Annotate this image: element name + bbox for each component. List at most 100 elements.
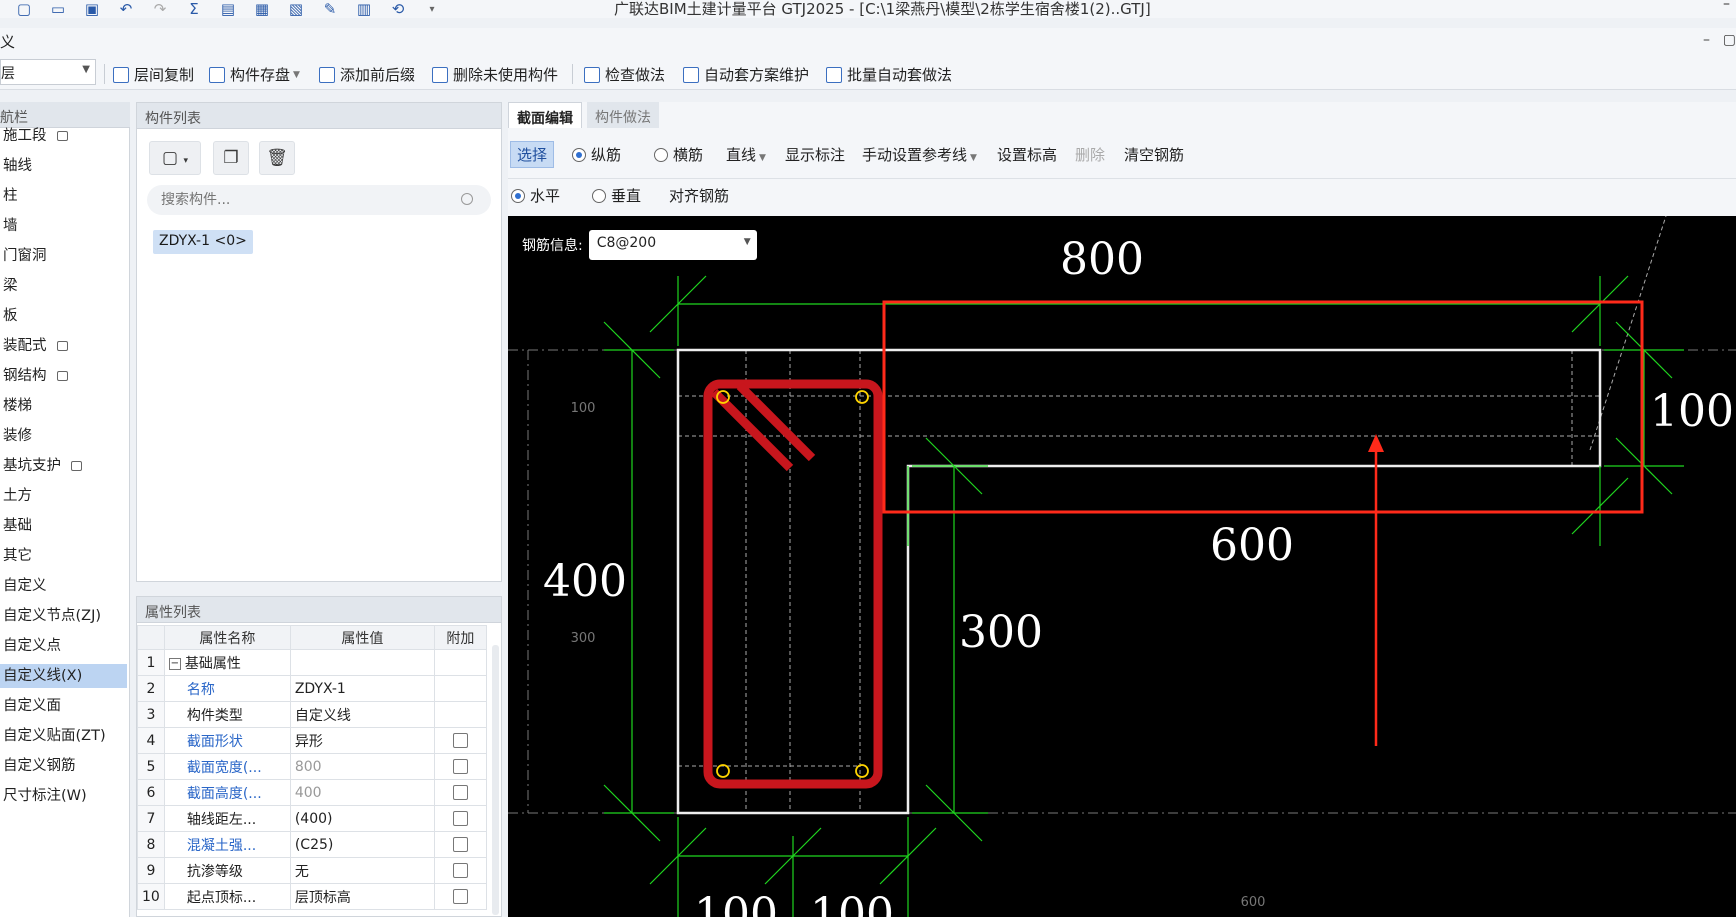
line-mode-dropdown[interactable]: 直线 ▼	[726, 144, 766, 165]
extra-checkbox[interactable]	[452, 785, 468, 800]
property-row[interactable]: 7 轴线距左... (400)	[137, 805, 487, 832]
property-value[interactable]	[289, 649, 435, 676]
window-minimize-icon[interactable]: –	[1723, 0, 1730, 12]
nav-item[interactable]: 钢结构	[3, 364, 68, 388]
section-drawing[interactable]: 800 100 400 600 300 100 100 100 300 600	[508, 216, 1736, 917]
rebar-points[interactable]	[716, 390, 869, 778]
horizontal-radio[interactable]: 水平	[511, 185, 560, 206]
section-outline[interactable]	[676, 348, 1602, 815]
longitudinal-rebar-radio[interactable]: 纵筋	[572, 144, 621, 165]
nav-item[interactable]: 轴线	[3, 154, 32, 178]
rebar-point[interactable]	[855, 390, 869, 404]
layer-icon[interactable]: ▥	[354, 0, 374, 18]
undo-icon[interactable]: ↶	[116, 0, 136, 18]
rebar-point[interactable]	[855, 764, 869, 778]
section-canvas[interactable]: 800 100 400 600 300 100 100 100 300 600 …	[508, 216, 1736, 917]
copy-component-button[interactable]: ❐	[213, 141, 249, 175]
stirrup-rebar[interactable]	[703, 379, 883, 789]
delete-unused-button[interactable]: 删除未使用构件	[432, 64, 558, 85]
property-row[interactable]: 1− 基础属性	[137, 649, 487, 676]
new-component-button[interactable]: ▢ ▾	[149, 141, 201, 175]
save-component-button[interactable]: 构件存盘 ▼	[209, 64, 300, 85]
nav-item[interactable]: 自定义贴面(ZT)	[3, 724, 106, 748]
auto-scheme-maintenance-button[interactable]: 自动套方案维护	[683, 64, 809, 85]
component-search-input[interactable]	[147, 185, 491, 215]
nav-item[interactable]: 土方	[3, 484, 32, 508]
floor-select[interactable]: 层 ▼	[0, 59, 96, 85]
nav-item[interactable]: 基坑支护	[3, 454, 82, 478]
nav-item[interactable]: 其它	[3, 544, 32, 568]
tab-component-method[interactable]: 构件做法	[587, 102, 659, 128]
set-elevation-button[interactable]: 设置标高	[997, 144, 1057, 165]
delete-button[interactable]: 删除	[1075, 144, 1105, 165]
transverse-rebar-radio[interactable]: 横筋	[654, 144, 703, 165]
report-icon[interactable]: ▤	[218, 0, 238, 18]
nav-item[interactable]: 施工段	[3, 124, 68, 148]
nav-item[interactable]: 门窗洞	[3, 244, 47, 268]
property-row[interactable]: 10 起点顶标... 层顶标高	[137, 883, 487, 910]
property-value[interactable]: 无	[289, 857, 435, 884]
property-row[interactable]: 8 混凝土强... (C25)	[137, 831, 487, 858]
property-value[interactable]: (400)	[289, 805, 435, 832]
pen-icon[interactable]: ✎	[320, 0, 340, 18]
nav-item[interactable]: 梁	[3, 274, 18, 298]
tab-section-edit[interactable]: 截面编辑	[508, 102, 582, 128]
batch-auto-method-button[interactable]: 批量自动套做法	[826, 64, 952, 85]
grid-icon[interactable]: ▧	[286, 0, 306, 18]
align-rebar-button[interactable]: 对齐钢筋	[669, 185, 729, 206]
nav-item[interactable]: 自定义线(X)	[0, 664, 127, 688]
property-row[interactable]: 6 截面高度(... 400	[137, 779, 487, 806]
nav-item[interactable]: 自定义节点(ZJ)	[3, 604, 101, 628]
nav-item[interactable]: 基础	[3, 514, 32, 538]
property-row[interactable]: 3 构件类型 自定义线	[137, 701, 487, 728]
nav-item[interactable]: 尺寸标注(W)	[3, 784, 87, 808]
save-icon[interactable]: ▣	[82, 0, 102, 18]
rebar-info-select[interactable]: C8@200 ▼	[588, 230, 757, 260]
property-row[interactable]: 9 抗渗等级 无	[137, 857, 487, 884]
select-button[interactable]: 选择	[510, 141, 555, 168]
panel-restore-icon[interactable]: ▢	[1723, 32, 1736, 48]
panel-minimize-icon[interactable]: –	[1703, 32, 1710, 48]
open-folder-icon[interactable]: ▭	[48, 0, 68, 18]
nav-item[interactable]: 装配式	[3, 334, 68, 358]
delete-component-button[interactable]: 🗑	[259, 141, 295, 175]
extra-checkbox[interactable]	[452, 759, 468, 774]
nav-item[interactable]: 自定义点	[3, 634, 61, 658]
extra-checkbox[interactable]	[452, 811, 468, 826]
rebar-point[interactable]	[716, 764, 730, 778]
search-icon[interactable]	[461, 193, 473, 205]
customize-icon[interactable]: ▾	[422, 4, 442, 15]
extra-checkbox[interactable]	[452, 837, 468, 852]
property-row[interactable]: 5 截面宽度(... 800	[137, 753, 487, 780]
check-method-button[interactable]: 检查做法	[584, 64, 665, 85]
collapse-icon[interactable]: −	[168, 657, 181, 670]
nav-item[interactable]: 柱	[3, 184, 18, 208]
table-icon[interactable]: ▦	[252, 0, 272, 18]
property-row[interactable]: 2 名称 ZDYX-1	[137, 675, 487, 702]
property-value[interactable]: 层顶标高	[289, 883, 435, 910]
copy-between-floors-button[interactable]: 层间复制	[113, 64, 194, 85]
show-dims-button[interactable]: 显示标注	[785, 144, 845, 165]
property-row[interactable]: 4 截面形状 异形	[137, 727, 487, 754]
property-value[interactable]: 自定义线	[289, 701, 435, 728]
nav-item[interactable]: 楼梯	[3, 394, 32, 418]
clear-rebar-button[interactable]: 清空钢筋	[1124, 144, 1184, 165]
property-value[interactable]: 400	[289, 779, 435, 806]
property-value[interactable]: 异形	[289, 727, 435, 754]
nav-item[interactable]: 墙	[3, 214, 18, 238]
set-ref-line-dropdown[interactable]: 手动设置参考线 ▼	[862, 144, 977, 165]
extra-checkbox[interactable]	[452, 889, 468, 904]
property-value[interactable]: ZDYX-1	[289, 675, 435, 702]
nav-item[interactable]: 装修	[3, 424, 32, 448]
property-value[interactable]: 800	[289, 753, 435, 780]
vertical-radio[interactable]: 垂直	[592, 185, 641, 206]
sync-icon[interactable]: ⟲	[388, 0, 408, 18]
nav-item[interactable]: 自定义钢筋	[3, 754, 76, 778]
extra-checkbox[interactable]	[452, 733, 468, 748]
nav-item[interactable]: 板	[3, 304, 18, 328]
property-value[interactable]: (C25)	[289, 831, 435, 858]
component-list-item[interactable]: ZDYX-1 <0>	[153, 230, 253, 254]
new-file-icon[interactable]: ▢	[14, 0, 34, 18]
stirrup-hook[interactable]	[736, 382, 816, 462]
redo-icon[interactable]: ↷	[150, 0, 170, 18]
